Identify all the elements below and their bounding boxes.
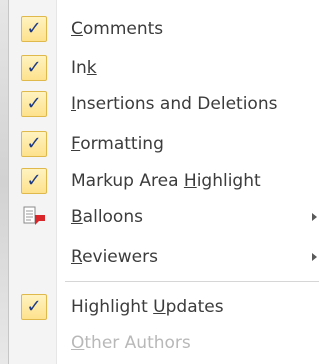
checkmark-icon: ✓ bbox=[21, 131, 47, 157]
submenu-arrow-icon bbox=[312, 213, 317, 221]
submenu-arrow-icon bbox=[312, 253, 317, 261]
menu-item-label: Markup Area Highlight bbox=[71, 171, 261, 191]
checkmark-icon: ✓ bbox=[21, 294, 47, 320]
menu-item-label: Balloons bbox=[71, 207, 143, 227]
menu-item-label: Insertions and Deletions bbox=[71, 94, 278, 114]
menu-item-label: Formatting bbox=[71, 134, 164, 154]
menu-item-balloons[interactable]: Balloons bbox=[9, 200, 326, 234]
menu-item-reviewers[interactable]: Reviewers bbox=[9, 240, 326, 274]
menu-item-label: Comments bbox=[71, 19, 164, 39]
menu-item-label: Other Authors bbox=[71, 333, 191, 353]
menu-item-formatting[interactable]: ✓ Formatting bbox=[9, 127, 326, 161]
checkmark-icon: ✓ bbox=[21, 168, 47, 194]
menu-item-other-authors: Other Authors bbox=[9, 326, 326, 360]
track-changes-show-markup-menu: ✓ Comments ✓ Ink ✓ Insertions and Deleti… bbox=[8, 0, 326, 364]
menu-separator bbox=[65, 281, 319, 282]
menu-item-label: Ink bbox=[71, 58, 97, 78]
checkmark-icon: ✓ bbox=[21, 91, 47, 117]
window-edge bbox=[0, 0, 8, 364]
checkmark-icon: ✓ bbox=[21, 55, 47, 81]
menu-item-insertions-and-deletions[interactable]: ✓ Insertions and Deletions bbox=[9, 87, 326, 121]
checkmark-icon: ✓ bbox=[21, 16, 47, 42]
menu-item-comments[interactable]: ✓ Comments bbox=[9, 12, 326, 46]
menu-item-label: Reviewers bbox=[71, 247, 158, 267]
menu-item-highlight-updates[interactable]: ✓ Highlight Updates bbox=[9, 290, 326, 324]
balloons-icon bbox=[21, 206, 47, 228]
menu-item-markup-area-highlight[interactable]: ✓ Markup Area Highlight bbox=[9, 164, 326, 198]
menu-item-ink[interactable]: ✓ Ink bbox=[9, 51, 326, 85]
menu-item-label: Highlight Updates bbox=[71, 297, 224, 317]
